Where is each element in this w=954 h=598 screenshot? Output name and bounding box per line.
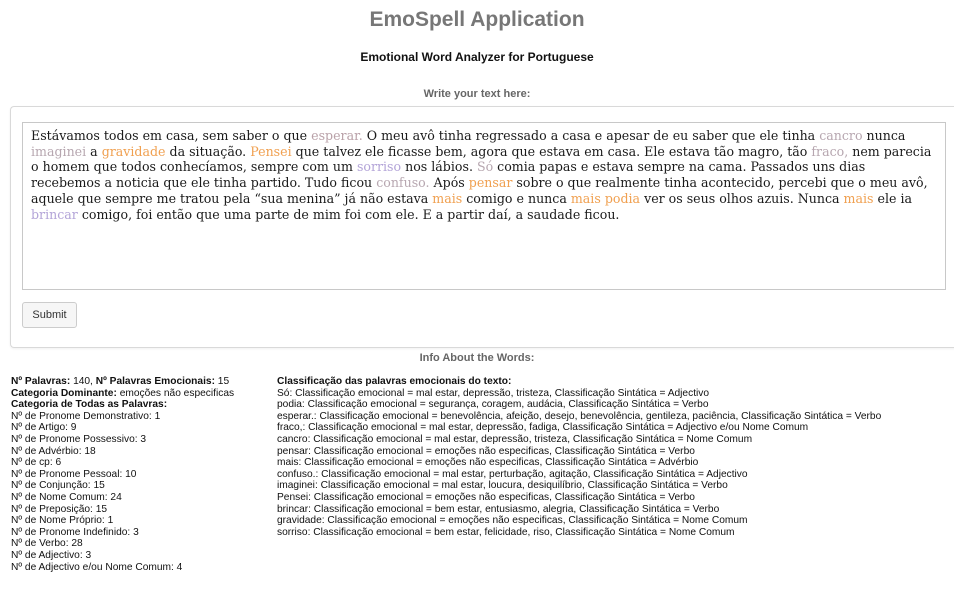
classification-item: gravidade: Classificação emocional = emo… (277, 515, 748, 527)
category-item: Nº de Pronome Indefinido: 3 (11, 526, 139, 538)
category-item: Nº de Pronome Pessoal: 10 (11, 468, 137, 480)
category-item: Nº de Adjectivo e/ou Nome Comum: 4 (11, 561, 183, 573)
emotional-word: mais (432, 190, 463, 206)
write-text-label: Write your text here: (423, 88, 531, 100)
text-segment: comigo e nunca (462, 190, 571, 206)
classification-item: brincar: Classificação emocional = bem e… (277, 503, 720, 515)
classification-item: Só: Classificação emocional = mal estar,… (277, 387, 710, 399)
text-segment: ver os seus olhos azuis. Nunca (640, 190, 844, 206)
emotional-word: pensar (468, 175, 513, 191)
classification-item: Pensei: Classificação emocional = emoçõe… (277, 491, 695, 503)
emotional-word: mais (843, 190, 874, 206)
category-item: Nº de Advérbio: 18 (11, 445, 96, 457)
emotional-word: imaginei (31, 143, 87, 159)
text-segment: da situação. (165, 143, 251, 159)
word-count-row: Nº Palavras: 140, Nº Palavras Emocionais… (11, 376, 273, 388)
emotional-word: Só (476, 159, 494, 175)
text-segment: a (86, 143, 102, 159)
classification-item: pensar: Classificação emocional = emoçõe… (277, 445, 695, 457)
all-categories-heading: Categoria de Todas as Palavras: (11, 399, 168, 411)
emotional-word: sorriso (356, 159, 402, 175)
emotional-count-value: 15 (214, 376, 230, 387)
emotional-word: esperar. (311, 128, 363, 143)
emotional-word: fraco, (811, 143, 849, 159)
category-item: Nº de Nome Próprio: 1 (11, 515, 114, 527)
submit-button[interactable]: Submit (22, 302, 77, 328)
text-segment: ele ia (873, 190, 912, 206)
word-statistics: Nº Palavras: 140, Nº Palavras Emocionais… (11, 376, 273, 573)
classification-item: confuso.: Classificação emocional = mal … (277, 468, 748, 480)
classification-item: podia: Classificação emocional = seguran… (277, 399, 709, 411)
classification-item: fraco,: Classificação emocional = mal es… (277, 422, 809, 434)
classification-item: sorriso: Classificação emocional = bem e… (277, 526, 735, 538)
text-segment: Após (429, 175, 469, 191)
category-item: Nº de Preposição: 15 (11, 503, 108, 515)
page-subtitle: Emotional Word Analyzer for Portuguese (360, 50, 594, 64)
emotional-word: podia (604, 190, 641, 206)
classification-item: cancro: Classificação emocional = mal es… (277, 433, 753, 445)
text-segment: que talvez ele ficasse bem, agora que es… (291, 143, 812, 159)
category-item: Nº de Conjunção: 15 (11, 480, 105, 492)
info-about-words-label: Info About the Words: (419, 352, 535, 364)
emotional-word: mais (570, 190, 601, 206)
category-item: Nº de Nome Comum: 24 (11, 491, 122, 503)
classification-list: Só: Classificação emocional = mal estar,… (277, 388, 954, 539)
emotional-word: brincar (31, 206, 78, 222)
text-segment: Estávamos todos em casa, sem saber o que (31, 128, 312, 143)
text-segment: nos lábios. (401, 159, 477, 175)
page-title: EmoSpell Application (369, 8, 585, 31)
category-item: Nº de Artigo: 9 (11, 422, 77, 434)
dominant-category-value: emoções não especificas (116, 387, 235, 399)
category-list: Nº de Pronome Demonstrativo: 1 Nº de Arti… (11, 411, 273, 573)
emotional-word: gravidade (101, 143, 166, 159)
word-count-value: 140, (70, 376, 96, 387)
text-segment: O meu avô tinha regressado a casa e apes… (362, 128, 820, 143)
emotional-classification: Classificação das palavras emocionais do… (277, 376, 954, 538)
word-count-label: Nº Palavras: (11, 376, 71, 387)
category-item: Nº de Pronome Possessivo: 3 (11, 433, 147, 445)
classification-heading: Classificação das palavras emocionais do… (277, 376, 512, 387)
classification-item: imaginei: Classificação emocional = mal … (277, 480, 728, 492)
text-input-area[interactable]: Estávamos todos em casa, sem saber o que… (22, 122, 946, 290)
dominant-category-row: Categoria Dominante: emoções não especif… (11, 388, 273, 400)
classification-item: esperar.: Classificação emocional = bene… (277, 410, 882, 422)
category-item: Nº de cp: 6 (11, 457, 62, 469)
classification-item: mais: Classificação emocional = emoções … (277, 457, 699, 469)
category-item: Nº de Adjectivo: 3 (11, 549, 92, 561)
emotional-word: confuso. (376, 175, 430, 191)
emotional-word: cancro (819, 128, 863, 143)
text-segment: comigo, foi então que uma parte de mim f… (77, 206, 620, 222)
text-segment: nunca (862, 128, 906, 143)
dominant-category-label: Categoria Dominante: (11, 387, 117, 399)
emotional-word: Pensei (250, 143, 292, 159)
category-item: Nº de Verbo: 28 (11, 538, 83, 550)
emotional-count-label: Nº Palavras Emocionais: (95, 376, 215, 387)
category-item: Nº de Pronome Demonstrativo: 1 (11, 410, 161, 422)
